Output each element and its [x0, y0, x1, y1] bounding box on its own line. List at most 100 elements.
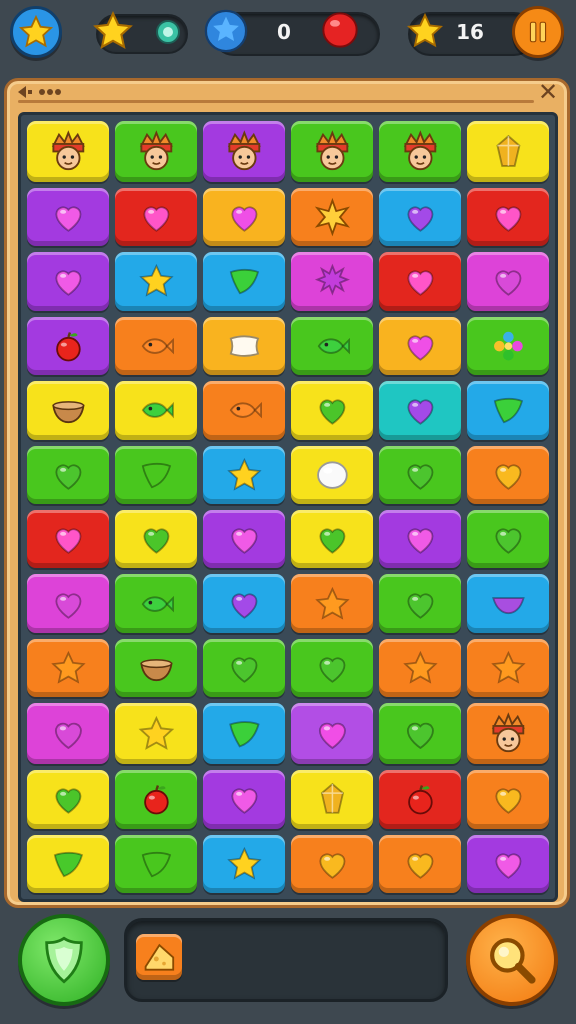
tile-star[interactable]: [27, 638, 109, 698]
tile-heart[interactable]: [467, 770, 549, 829]
tile-heart[interactable]: [27, 252, 109, 311]
tile-heart[interactable]: [379, 252, 461, 311]
tile-heart[interactable]: [291, 638, 373, 698]
tile-heart[interactable]: [291, 834, 373, 893]
star-button[interactable]: [10, 6, 62, 58]
tile-leaf[interactable]: [203, 703, 285, 765]
tile-star[interactable]: [291, 574, 373, 633]
heart-icon: [407, 270, 433, 297]
tile-face[interactable]: [379, 121, 461, 182]
tile-bowl[interactable]: [27, 381, 109, 440]
tile-leaf[interactable]: [115, 445, 197, 504]
tile-star[interactable]: [379, 638, 461, 698]
tile-leaf[interactable]: [115, 834, 197, 893]
menu-icon[interactable]: [16, 84, 68, 100]
tile-heart[interactable]: [203, 638, 285, 698]
face-icon: [315, 130, 349, 171]
tile-fish[interactable]: [203, 381, 285, 440]
tile-heart[interactable]: [27, 574, 109, 633]
tile-apple[interactable]: [379, 770, 461, 829]
heart-icon: [231, 657, 257, 683]
tile-boat[interactable]: [467, 574, 549, 633]
tile-heart[interactable]: [379, 316, 461, 376]
tile-leaf[interactable]: [467, 381, 549, 440]
heart-icon: [231, 788, 257, 814]
tile-heart[interactable]: [115, 510, 197, 569]
tile-heart[interactable]: [467, 252, 549, 311]
tile-flower[interactable]: [467, 316, 549, 376]
tile-star[interactable]: [115, 252, 197, 311]
tile-heart[interactable]: [27, 510, 109, 569]
tile-orb[interactable]: [291, 445, 373, 504]
tile-star[interactable]: [203, 834, 285, 893]
heart-icon: [407, 464, 433, 490]
tile-star[interactable]: [467, 638, 549, 698]
apple-icon: [55, 331, 81, 362]
tile-heart[interactable]: [379, 834, 461, 893]
tile-star[interactable]: [203, 445, 285, 504]
shield-booster-button[interactable]: [18, 914, 110, 1006]
tile-heart[interactable]: [379, 510, 461, 569]
tile-heart[interactable]: [379, 187, 461, 247]
tile-heart[interactable]: [467, 510, 549, 569]
tile-fish[interactable]: [115, 574, 197, 633]
fish-icon: [229, 402, 262, 419]
tile-face[interactable]: [467, 703, 549, 765]
heart-icon: [495, 206, 521, 232]
tile-fish[interactable]: [115, 381, 197, 440]
tile-leaf[interactable]: [27, 834, 109, 893]
tile-heart[interactable]: [27, 770, 109, 829]
tile-heart[interactable]: [379, 574, 461, 633]
tile-heart[interactable]: [291, 510, 373, 569]
tile-gem[interactable]: [467, 121, 549, 182]
tile-leaf[interactable]: [203, 252, 285, 311]
tile-apple[interactable]: [27, 316, 109, 376]
star-icon: [402, 650, 438, 684]
heart-icon: [407, 528, 433, 554]
magnifier-button[interactable]: [466, 914, 558, 1006]
tile-heart[interactable]: [27, 187, 109, 247]
tile-star[interactable]: [115, 703, 197, 765]
tile-heart[interactable]: [291, 703, 373, 765]
tile-heart[interactable]: [27, 703, 109, 765]
pause-button[interactable]: [512, 6, 564, 58]
tile-fish[interactable]: [291, 316, 373, 376]
red-orb-icon: [322, 12, 358, 48]
tile-heart[interactable]: [467, 187, 549, 247]
tile-face[interactable]: [291, 121, 373, 182]
tile-heart[interactable]: [27, 445, 109, 504]
close-icon[interactable]: ✕: [536, 80, 560, 104]
tile-gem[interactable]: [291, 770, 373, 829]
pillow-icon: [229, 335, 259, 357]
tile-heart[interactable]: [467, 445, 549, 504]
apple-icon: [407, 785, 433, 815]
star-burst-icon: [314, 197, 350, 237]
tile-heart[interactable]: [379, 703, 461, 765]
apple-icon: [143, 785, 169, 815]
tile-heart[interactable]: [115, 187, 197, 247]
tile-face[interactable]: [203, 121, 285, 182]
tile-bowl[interactable]: [115, 638, 197, 698]
tile-pillow[interactable]: [203, 316, 285, 376]
tile-heart[interactable]: [203, 574, 285, 633]
tile-heart[interactable]: [203, 187, 285, 247]
fish-icon: [141, 595, 174, 612]
tile-face[interactable]: [27, 121, 109, 182]
tile-heart[interactable]: [291, 381, 373, 440]
tile-heart[interactable]: [467, 834, 549, 893]
tile-apple[interactable]: [115, 770, 197, 829]
heart-icon: [407, 853, 433, 879]
leaf-icon: [228, 721, 260, 748]
cheese-booster-slot[interactable]: [136, 934, 182, 980]
tile-heart[interactable]: [203, 770, 285, 829]
tile-star-burst[interactable]: [291, 187, 373, 247]
tile-heart[interactable]: [203, 510, 285, 569]
blue-star-icon: [204, 9, 248, 53]
heart-icon: [55, 528, 81, 554]
tile-splat[interactable]: [291, 252, 373, 311]
tile-fish[interactable]: [115, 316, 197, 376]
tile-face[interactable]: [115, 121, 197, 182]
tile-heart[interactable]: [379, 445, 461, 504]
tile-heart[interactable]: [379, 381, 461, 440]
heart-icon: [319, 853, 345, 879]
